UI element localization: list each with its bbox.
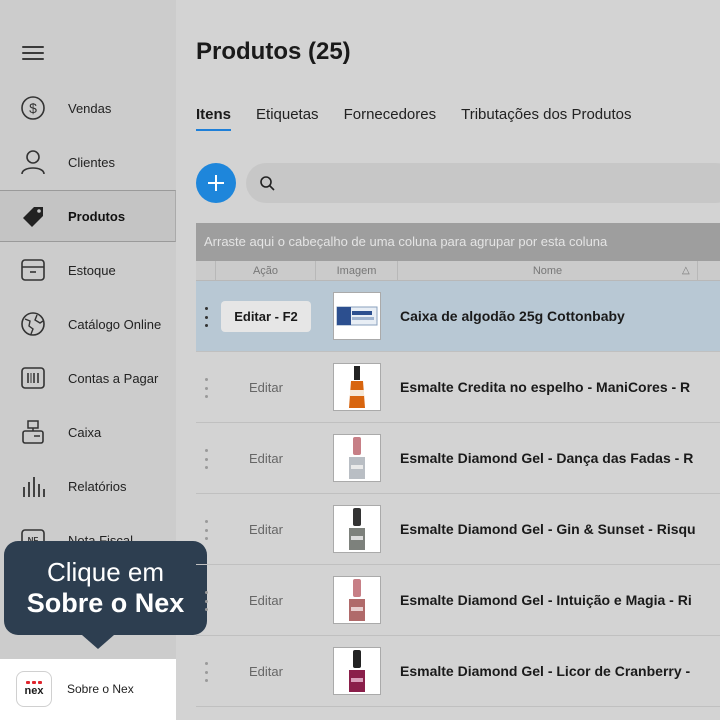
svg-text:$: $ — [29, 100, 37, 116]
edit-button[interactable]: Editar — [221, 585, 311, 616]
tab-itens[interactable]: Itens — [196, 106, 232, 131]
header-handle — [196, 261, 216, 281]
grid-header: Ação Imagem Nome △ — [196, 261, 720, 281]
product-name: Esmalte Diamond Gel - Licor de Cranberry… — [400, 663, 691, 679]
product-name: Esmalte Diamond Gel - Intuição e Magia -… — [400, 592, 692, 608]
edit-button[interactable]: Editar — [221, 514, 311, 545]
bar-chart-icon — [20, 473, 46, 499]
table-row[interactable]: Editar Esmalte Diamond Gel - Dança das F… — [196, 423, 720, 494]
product-name: Esmalte Diamond Gel - Gin & Sunset - Ris… — [400, 521, 696, 537]
sidebar-item-label: Clientes — [68, 154, 115, 170]
search-input[interactable] — [286, 171, 706, 195]
product-image — [333, 292, 381, 340]
group-drop-area[interactable]: Arraste aqui o cabeçalho de uma coluna p… — [196, 223, 720, 261]
tab-fornecedores[interactable]: Fornecedores — [344, 106, 437, 131]
barcode-icon — [20, 365, 46, 391]
sidebar-item-catalogo[interactable]: Catálogo Online — [0, 298, 176, 350]
table-row[interactable]: Editar Esmalte Diamond Gel - Gin & Sunse… — [196, 494, 720, 565]
row-menu-icon[interactable] — [202, 520, 210, 540]
person-icon — [20, 149, 46, 175]
tab-bar: Itens Etiquetas Fornecedores Tributações… — [196, 106, 657, 131]
product-name: Esmalte Diamond Gel - Dança das Fadas - … — [400, 450, 694, 466]
product-name: Esmalte Credita no espelho - ManiCores -… — [400, 379, 691, 395]
header-name[interactable]: Nome — [398, 261, 698, 281]
header-action[interactable]: Ação — [216, 261, 316, 281]
tooltip-line-2: Sobre o Nex — [26, 588, 185, 618]
sidebar-item-contas-pagar[interactable]: Contas a Pagar — [0, 352, 176, 404]
plus-icon — [208, 175, 224, 191]
row-menu-icon[interactable] — [202, 378, 210, 398]
edit-button[interactable]: Editar — [221, 372, 311, 403]
table-row[interactable]: Editar Esmalte Diamond Gel - Intuição e … — [196, 565, 720, 636]
sidebar-item-vendas[interactable]: $ Vendas — [0, 82, 176, 134]
edit-button[interactable]: Editar - F2 — [221, 301, 311, 332]
product-image — [333, 434, 381, 482]
logo-text: nex — [24, 685, 44, 697]
tab-etiquetas[interactable]: Etiquetas — [256, 106, 319, 131]
sidebar-item-relatorios[interactable]: Relatórios — [0, 460, 176, 512]
search-icon — [259, 175, 275, 196]
sort-asc-icon: △ — [682, 265, 690, 276]
table-row[interactable]: Editar Esmalte Credita no espelho - Mani… — [196, 352, 720, 423]
sidebar-item-label: Relatórios — [68, 478, 127, 494]
tab-tributacoes[interactable]: Tributações dos Produtos — [461, 106, 631, 131]
sidebar-item-label: Contas a Pagar — [68, 370, 159, 386]
row-menu-icon[interactable] — [202, 449, 210, 469]
row-menu-icon[interactable] — [202, 307, 210, 327]
globe-icon — [20, 311, 46, 337]
tooltip-arrow — [82, 635, 114, 649]
sidebar-item-caixa[interactable]: Caixa — [0, 406, 176, 458]
edit-button[interactable]: Editar — [221, 656, 311, 687]
header-image[interactable]: Imagem — [316, 261, 398, 281]
menu-icon[interactable] — [22, 46, 44, 62]
sidebar-item-label: Catálogo Online — [68, 316, 162, 332]
sidebar-item-label: Estoque — [68, 262, 116, 278]
sidebar-item-label: Caixa — [68, 424, 102, 440]
product-image — [333, 363, 381, 411]
product-image — [333, 505, 381, 553]
tooltip-line-1: Clique em — [46, 557, 165, 587]
product-image — [333, 576, 381, 624]
sidebar-item-produtos[interactable]: Produtos — [0, 190, 176, 242]
sidebar-item-label: Sobre o Nex — [67, 682, 134, 696]
nex-logo: nex — [16, 671, 52, 707]
sidebar-item-label: Vendas — [68, 100, 112, 116]
sidebar-item-estoque[interactable]: Estoque — [0, 244, 176, 296]
box-icon — [20, 257, 46, 283]
product-image — [333, 647, 381, 695]
sidebar-item-sobre[interactable]: nex Sobre o Nex — [0, 659, 176, 720]
search-bar — [246, 163, 720, 203]
table-row[interactable]: Editar Esmalte Diamond Gel - Licor de Cr… — [196, 636, 720, 707]
row-menu-icon[interactable] — [202, 662, 210, 682]
add-product-button[interactable] — [196, 163, 236, 203]
edit-button[interactable]: Editar — [221, 443, 311, 474]
sidebar-item-clientes[interactable]: Clientes — [0, 136, 176, 188]
dollar-circle-icon: $ — [20, 95, 46, 121]
cash-register-icon — [20, 419, 46, 445]
tag-icon — [20, 204, 46, 230]
page-title: Produtos (25) — [196, 38, 351, 65]
table-row[interactable]: Editar - F2 Caixa de algodão 25g Cottonb… — [196, 281, 720, 352]
product-name: Caixa de algodão 25g Cottonbaby — [400, 308, 625, 324]
sidebar-item-label: Produtos — [68, 208, 126, 224]
tooltip: Clique em Sobre o Nex — [4, 541, 207, 649]
row-menu-icon[interactable] — [202, 591, 210, 611]
